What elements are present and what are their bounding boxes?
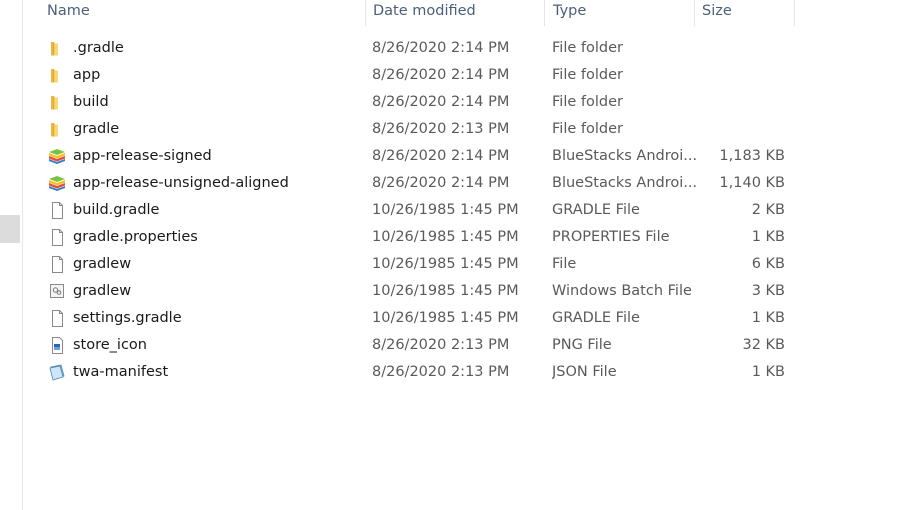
- file-type: BlueStacks Androi...: [552, 148, 698, 164]
- file-size: 32 KB: [742, 337, 785, 353]
- column-header-bar: Name Date modified Type Size: [22, 0, 822, 26]
- file-name: gradlew: [73, 256, 132, 272]
- file-row[interactable]: settings.gradle 10/26/1985 1:45 PM GRADLE …: [22, 305, 822, 332]
- folder-icon: [48, 67, 66, 84]
- file-date-modified: 8/26/2020 2:14 PM: [372, 67, 510, 83]
- file-date-modified: 10/26/1985 1:45 PM: [372, 202, 519, 218]
- folder-icon: [48, 94, 66, 111]
- folder-icon: [48, 40, 66, 57]
- file-type: GRADLE File: [552, 310, 640, 326]
- file-date-modified: 8/26/2020 2:13 PM: [372, 364, 510, 380]
- file-row[interactable]: gradlew 10/26/1985 1:45 PM File 6 KB: [22, 251, 822, 278]
- file-row[interactable]: app-release-unsigned-aligned 8/26/2020 2:…: [22, 170, 822, 197]
- file-type: File: [552, 256, 577, 272]
- file-size: 2 KB: [751, 202, 785, 218]
- file-row[interactable]: gradle.properties 10/26/1985 1:45 PM PROPE…: [22, 224, 822, 251]
- file-size: 1 KB: [751, 229, 785, 245]
- file-size: 6 KB: [751, 256, 785, 272]
- file-date-modified: 8/26/2020 2:14 PM: [372, 148, 510, 164]
- file-date-modified: 8/26/2020 2:13 PM: [372, 121, 510, 137]
- navigation-pane-scrollbar-thumb[interactable]: [0, 215, 20, 243]
- file-row[interactable]: gradle 8/26/2020 2:13 PM File folder: [22, 116, 822, 143]
- file-row[interactable]: gradlew 10/26/1985 1:45 PM Windows Batch F…: [22, 278, 822, 305]
- file-type: GRADLE File: [552, 202, 640, 218]
- file-type: JSON File: [552, 364, 617, 380]
- file-size: 1,140 KB: [719, 175, 785, 191]
- file-row[interactable]: .gradle 8/26/2020 2:14 PM File folder: [22, 35, 822, 62]
- file-date-modified: 10/26/1985 1:45 PM: [372, 256, 519, 272]
- file-row[interactable]: build.gradle 10/26/1985 1:45 PM GRADLE Fil…: [22, 197, 822, 224]
- file-date-modified: 10/26/1985 1:45 PM: [372, 229, 519, 245]
- file-name: gradle: [73, 121, 120, 137]
- bluestacks-apk-icon: [48, 148, 66, 165]
- file-row[interactable]: store_icon 8/26/2020 2:13 PM PNG File 32 KB: [22, 332, 822, 359]
- file-size: [694, 89, 785, 116]
- file-type: File folder: [552, 67, 623, 83]
- file-name: .gradle: [73, 40, 124, 56]
- column-header-size[interactable]: Size: [694, 0, 795, 26]
- file-type: Windows Batch File: [552, 283, 692, 299]
- file-size: 3 KB: [751, 283, 785, 299]
- column-header-date-modified[interactable]: Date modified: [365, 0, 545, 26]
- file-name: store_icon: [73, 337, 147, 353]
- navigation-pane-edge: [0, 0, 23, 510]
- file-date-modified: 8/26/2020 2:13 PM: [372, 337, 510, 353]
- file-type: PNG File: [552, 337, 612, 353]
- blank-file-icon: [48, 229, 66, 246]
- file-name: build: [73, 94, 109, 110]
- folder-icon: [48, 121, 66, 138]
- file-type: BlueStacks Androi...: [552, 175, 698, 191]
- file-size: [694, 62, 785, 89]
- column-header-type[interactable]: Type: [545, 0, 695, 26]
- file-name: app: [73, 67, 101, 83]
- file-row[interactable]: build 8/26/2020 2:14 PM File folder: [22, 89, 822, 116]
- file-name: build.gradle: [73, 202, 160, 218]
- file-size: [694, 35, 785, 62]
- file-size: 1 KB: [751, 310, 785, 326]
- file-type: File folder: [552, 94, 623, 110]
- bluestacks-apk-icon: [48, 175, 66, 192]
- file-date-modified: 10/26/1985 1:45 PM: [372, 310, 519, 326]
- blank-file-icon: [48, 256, 66, 273]
- file-size: 1,183 KB: [719, 148, 785, 164]
- image-file-icon: [48, 337, 66, 354]
- file-date-modified: 8/26/2020 2:14 PM: [372, 40, 510, 56]
- file-date-modified: 8/26/2020 2:14 PM: [372, 94, 510, 110]
- file-date-modified: 8/26/2020 2:14 PM: [372, 175, 510, 191]
- file-size: 1 KB: [751, 364, 785, 380]
- file-date-modified: 10/26/1985 1:45 PM: [372, 283, 519, 299]
- file-row[interactable]: app 8/26/2020 2:14 PM File folder: [22, 62, 822, 89]
- blank-file-icon: [48, 310, 66, 327]
- file-name: gradlew: [73, 283, 132, 299]
- blank-file-icon: [48, 202, 66, 219]
- file-name: app-release-signed: [73, 148, 212, 164]
- file-row[interactable]: twa-manifest 8/26/2020 2:13 PM JSON File 1 …: [22, 359, 822, 386]
- file-name: twa-manifest: [73, 364, 169, 380]
- file-name: settings.gradle: [73, 310, 182, 326]
- json-file-icon: [48, 364, 66, 381]
- batch-file-icon: [48, 283, 66, 300]
- file-row[interactable]: app-release-signed 8/26/2020 2:14 PM BlueS…: [22, 143, 822, 170]
- file-size: [694, 116, 785, 143]
- file-type: File folder: [552, 121, 623, 137]
- column-header-name[interactable]: Name: [39, 0, 366, 26]
- file-type: PROPERTIES File: [552, 229, 670, 245]
- file-name: app-release-unsigned-aligned: [73, 175, 289, 191]
- file-name: gradle.properties: [73, 229, 198, 245]
- file-type: File folder: [552, 40, 623, 56]
